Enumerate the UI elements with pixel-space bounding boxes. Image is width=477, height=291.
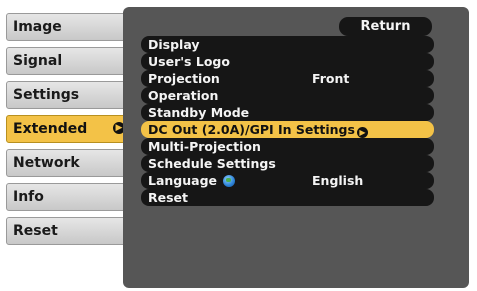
return-button[interactable]: Return (339, 17, 432, 36)
menu-item-schedule-settings[interactable]: Schedule Settings (141, 155, 434, 172)
tab-image[interactable]: Image (6, 13, 130, 41)
menu-item-label: Reset (148, 190, 188, 205)
menu-item-users-logo[interactable]: User's Logo (141, 53, 434, 70)
tab-signal[interactable]: Signal (6, 47, 130, 75)
tab-label: Reset (13, 223, 58, 239)
menu-item-label-wrap: DC Out (2.0A)/GPI In Settings ▶ (148, 121, 368, 138)
menu-item-label: Projection (148, 71, 220, 86)
tab-label: Signal (13, 53, 63, 69)
menu-item-label: Standby Mode (148, 105, 250, 120)
menu-item-value: Front (312, 71, 350, 86)
enter-cursor-icon: ▶ (356, 127, 368, 138)
tab-reset[interactable]: Reset (6, 217, 130, 245)
menu-item-operation[interactable]: Operation (141, 87, 434, 104)
globe-icon (223, 175, 236, 187)
menu-item-label: User's Logo (148, 54, 230, 69)
menu-item-label: Schedule Settings (148, 156, 276, 171)
tab-info[interactable]: Info (6, 183, 130, 211)
menu-item-label: Multi-Projection (148, 139, 261, 154)
menu-item-language[interactable]: Language English (141, 172, 434, 189)
menu-item-label: Display (148, 37, 200, 52)
tab-network[interactable]: Network (6, 149, 130, 177)
menu-item-label-wrap: Language (148, 172, 236, 189)
menu-item-value: English (312, 173, 364, 188)
tab-label: Info (13, 189, 44, 205)
tab-label: Image (13, 19, 62, 35)
menu-item-label: Language (148, 173, 218, 188)
menu-item-reset[interactable]: Reset (141, 189, 434, 206)
menu-item-label: DC Out (2.0A)/GPI In Settings (148, 122, 355, 137)
menu-item-display[interactable]: Display (141, 36, 434, 53)
menu-item-multi-projection[interactable]: Multi-Projection (141, 138, 434, 155)
menu-tabs: Image Signal Settings Extended ▶ Network… (0, 0, 135, 291)
menu-item-label: Operation (148, 88, 219, 103)
tab-settings[interactable]: Settings (6, 81, 130, 109)
tab-label: Network (13, 155, 80, 171)
menu-item-projection[interactable]: Projection Front (141, 70, 434, 87)
tab-extended[interactable]: Extended ▶ (6, 115, 130, 143)
extended-menu: Display User's Logo Projection Front Ope… (141, 36, 434, 206)
menu-item-dc-out-gpi-settings[interactable]: DC Out (2.0A)/GPI In Settings ▶ (141, 121, 434, 138)
tab-label: Settings (13, 87, 80, 103)
menu-item-standby-mode[interactable]: Standby Mode (141, 104, 434, 121)
tab-label: Extended (13, 121, 88, 137)
